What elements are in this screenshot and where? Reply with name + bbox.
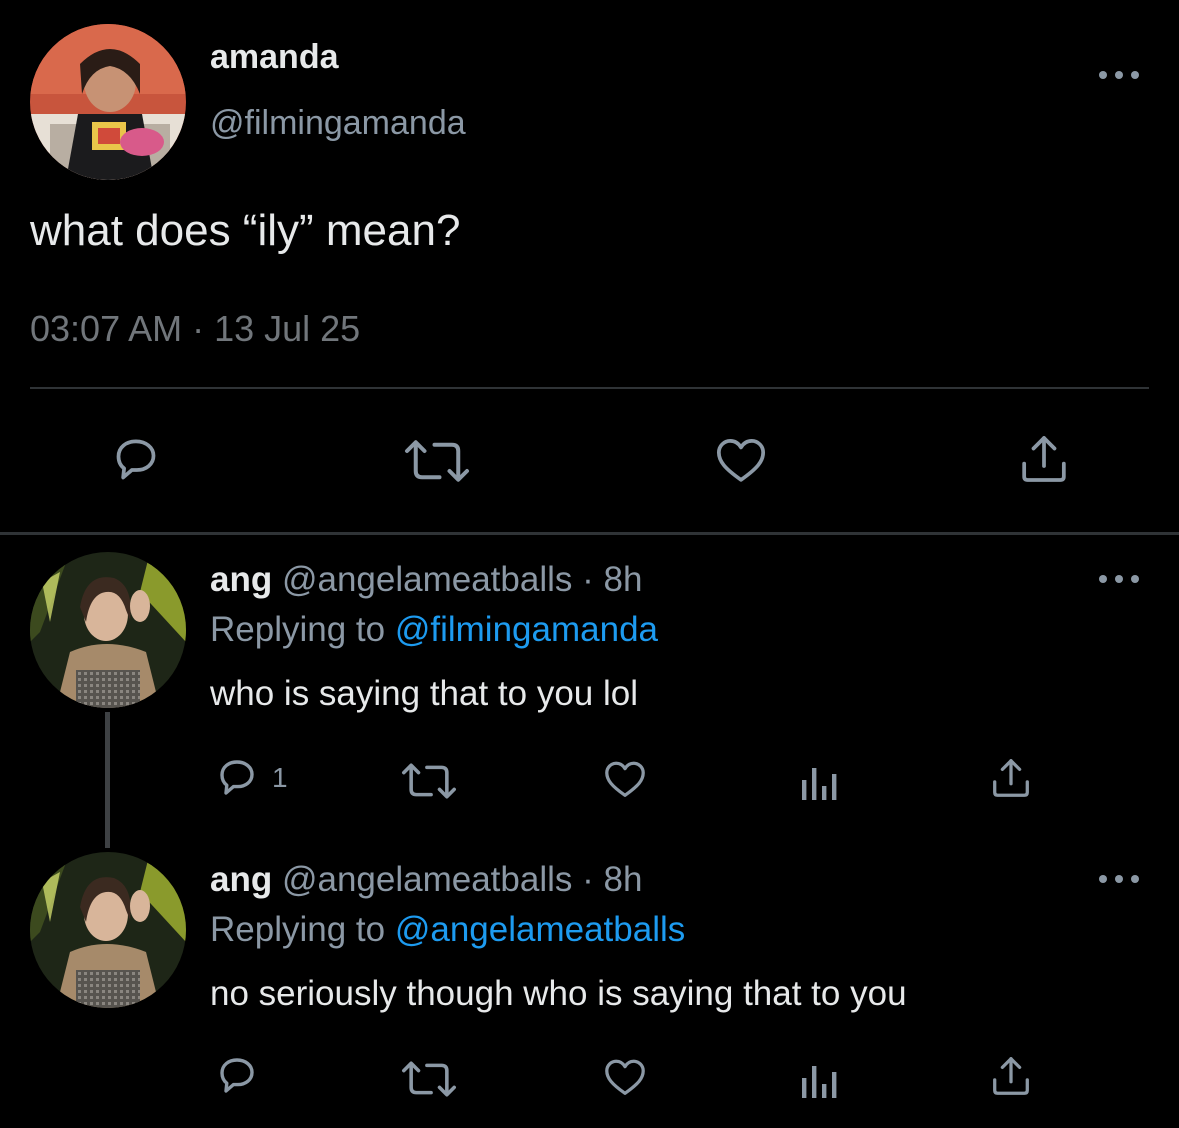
display-name[interactable]: amanda xyxy=(210,38,339,77)
mention-link[interactable]: @filmingamanda xyxy=(395,610,658,649)
reply-icon[interactable] xyxy=(212,1052,262,1100)
more-options-icon[interactable] xyxy=(1099,68,1139,82)
reply-text: no seriously though who is saying that t… xyxy=(210,974,907,1013)
tweet-text: what does “ily” mean? xyxy=(30,206,461,255)
reply-count: 1 xyxy=(272,762,288,793)
share-icon[interactable] xyxy=(1016,430,1072,488)
replying-prefix: Replying to xyxy=(210,910,386,949)
reply-actions xyxy=(0,1052,1179,1102)
reply-text: who is saying that to you lol xyxy=(210,674,639,713)
share-icon[interactable] xyxy=(988,1052,1034,1100)
handle-time[interactable]: @angelameatballs · 8h xyxy=(282,860,642,899)
share-icon[interactable] xyxy=(988,754,1034,802)
reply-icon[interactable] xyxy=(212,754,262,802)
tweet-timestamp[interactable]: 03:07 AM · 13 Jul 25 xyxy=(30,308,360,350)
avatar[interactable] xyxy=(30,24,186,180)
avatar[interactable] xyxy=(30,552,186,708)
tweet-actions xyxy=(0,430,1179,490)
retweet-icon[interactable] xyxy=(398,1058,460,1100)
like-icon[interactable] xyxy=(600,1054,650,1100)
analytics-icon[interactable] xyxy=(798,760,838,800)
display-name[interactable]: ang xyxy=(210,560,272,599)
handle-time[interactable]: @angelameatballs · 8h xyxy=(282,560,642,599)
replying-to: Replying to @filmingamanda xyxy=(210,610,658,650)
display-name[interactable]: ang xyxy=(210,860,272,899)
retweet-icon[interactable] xyxy=(398,760,460,802)
more-options-icon[interactable] xyxy=(1099,572,1139,586)
reply-icon[interactable] xyxy=(106,432,166,488)
analytics-icon[interactable] xyxy=(798,1058,838,1098)
like-icon[interactable] xyxy=(600,756,650,802)
like-icon[interactable] xyxy=(712,432,770,488)
mention-link[interactable]: @angelameatballs xyxy=(395,910,685,949)
replying-to: Replying to @angelameatballs xyxy=(210,910,685,950)
avatar[interactable] xyxy=(30,852,186,1008)
handle[interactable]: @filmingamanda xyxy=(210,104,466,143)
replying-prefix: Replying to xyxy=(210,610,386,649)
divider xyxy=(30,387,1149,389)
reply-header[interactable]: ang @angelameatballs · 8h xyxy=(210,560,642,600)
retweet-icon[interactable] xyxy=(402,436,472,486)
more-options-icon[interactable] xyxy=(1099,872,1139,886)
reply-actions: 1 xyxy=(0,754,1179,804)
reply-header[interactable]: ang @angelameatballs · 8h xyxy=(210,860,642,900)
divider xyxy=(0,532,1179,535)
